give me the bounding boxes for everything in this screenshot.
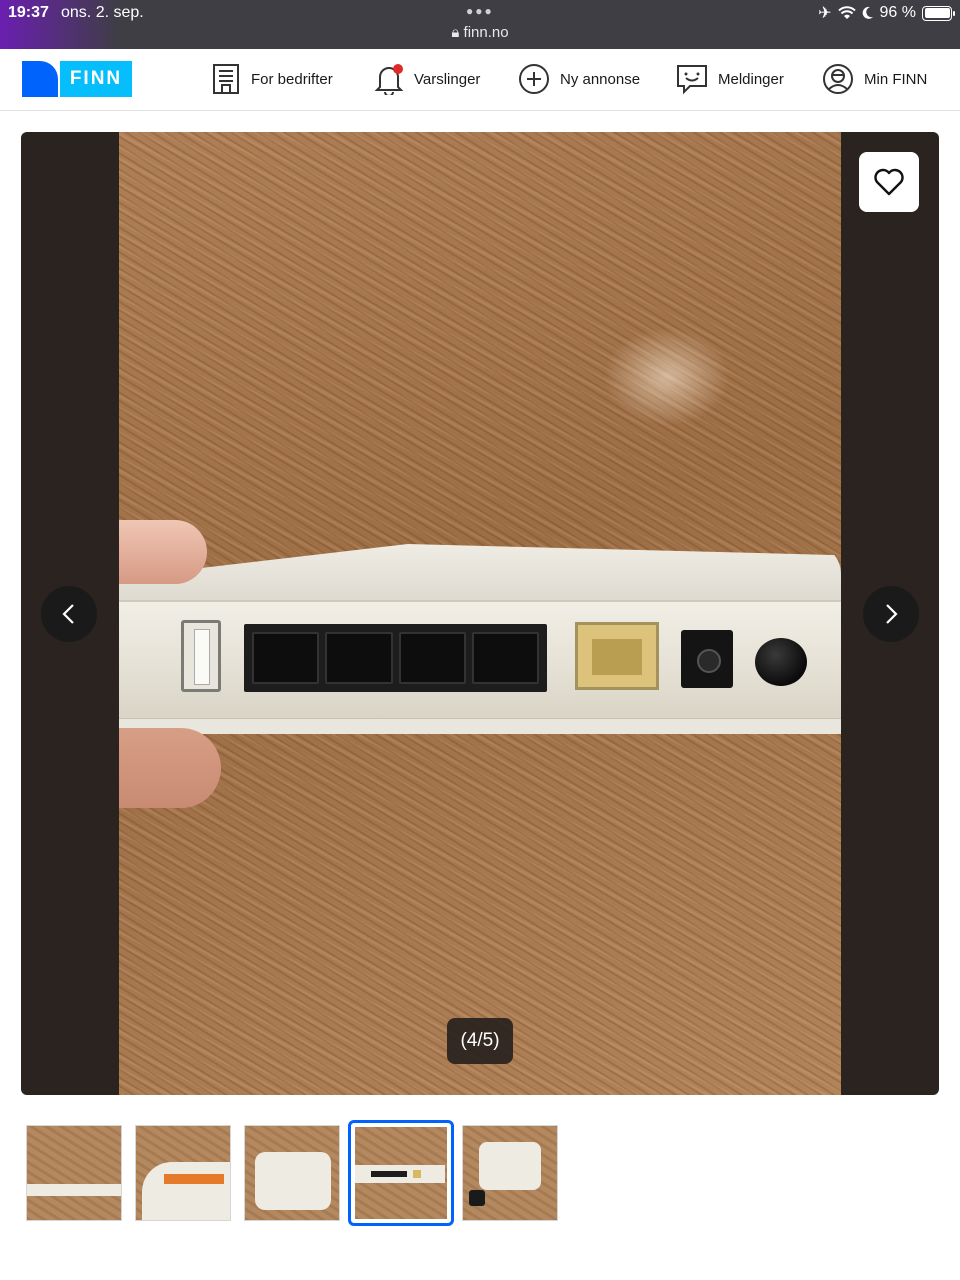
nav-label: For bedrifter — [251, 70, 333, 88]
nav-label: Min FINN — [864, 70, 928, 88]
nav-varslinger[interactable]: Varslinger — [374, 61, 480, 97]
wifi-icon — [837, 6, 856, 19]
wan-port — [575, 622, 659, 690]
nav-for-bedrifter[interactable]: For bedrifter — [211, 61, 333, 97]
lock-icon: 🔒︎ — [451, 24, 460, 41]
nav-label: Ny annonse — [560, 70, 641, 88]
image-counter: (4/5) — [447, 1018, 513, 1064]
usb-port — [181, 620, 221, 692]
site-header: FINN For bedrifter Varslinger Ny annonse — [0, 49, 960, 111]
more-dots-icon[interactable]: ●●● — [466, 4, 494, 18]
ethernet-ports — [244, 624, 547, 692]
finger-top — [119, 520, 207, 584]
thumbnail-5[interactable] — [462, 1125, 558, 1221]
battery-percent: 96 % — [879, 4, 916, 21]
moon-icon — [862, 6, 873, 19]
thumbnail-1[interactable] — [26, 1125, 122, 1221]
logo-mark — [22, 61, 58, 97]
battery-icon — [922, 5, 955, 21]
nav-min-finn[interactable]: Min FINN — [822, 61, 927, 97]
bell-icon — [374, 64, 404, 95]
status-date: ons. 2. sep. — [61, 4, 144, 21]
user-circle-icon — [823, 64, 853, 94]
nav-label: Varslinger — [414, 70, 481, 88]
chevron-right-icon — [886, 604, 898, 624]
finger-bottom — [119, 728, 221, 808]
status-indicators: ✈ 96 % — [818, 3, 955, 23]
power-jack — [681, 630, 733, 688]
plus-circle-icon — [519, 64, 549, 94]
next-image-button[interactable] — [863, 586, 919, 642]
building-icon — [213, 64, 239, 94]
main-photo[interactable] — [119, 132, 841, 1095]
finn-logo[interactable]: FINN — [22, 61, 132, 97]
status-bar: 19:37 ons. 2. sep. ●●● 🔒︎ finn.no ✈ 96 % — [0, 0, 960, 49]
address-bar[interactable]: 🔒︎ finn.no — [0, 24, 960, 41]
power-button — [755, 638, 807, 686]
nav-meldinger[interactable]: Meldinger — [676, 61, 784, 97]
favorite-button[interactable] — [859, 152, 919, 212]
url-text: finn.no — [463, 24, 509, 41]
heart-icon — [874, 168, 904, 196]
thumbnail-2[interactable] — [135, 1125, 231, 1221]
status-time: 19:37 — [8, 4, 49, 21]
chevron-left-icon — [62, 604, 74, 624]
nav-label: Meldinger — [718, 70, 784, 88]
airplane-icon: ✈ — [818, 5, 832, 22]
chat-icon — [677, 65, 707, 95]
logo-wordmark: FINN — [60, 61, 132, 97]
thumbnail-4[interactable] — [348, 1120, 454, 1226]
previous-image-button[interactable] — [41, 586, 97, 642]
image-gallery: (4/5) — [21, 132, 939, 1095]
nav-ny-annonse[interactable]: Ny annonse — [518, 61, 640, 97]
thumbnail-3[interactable] — [244, 1125, 340, 1221]
